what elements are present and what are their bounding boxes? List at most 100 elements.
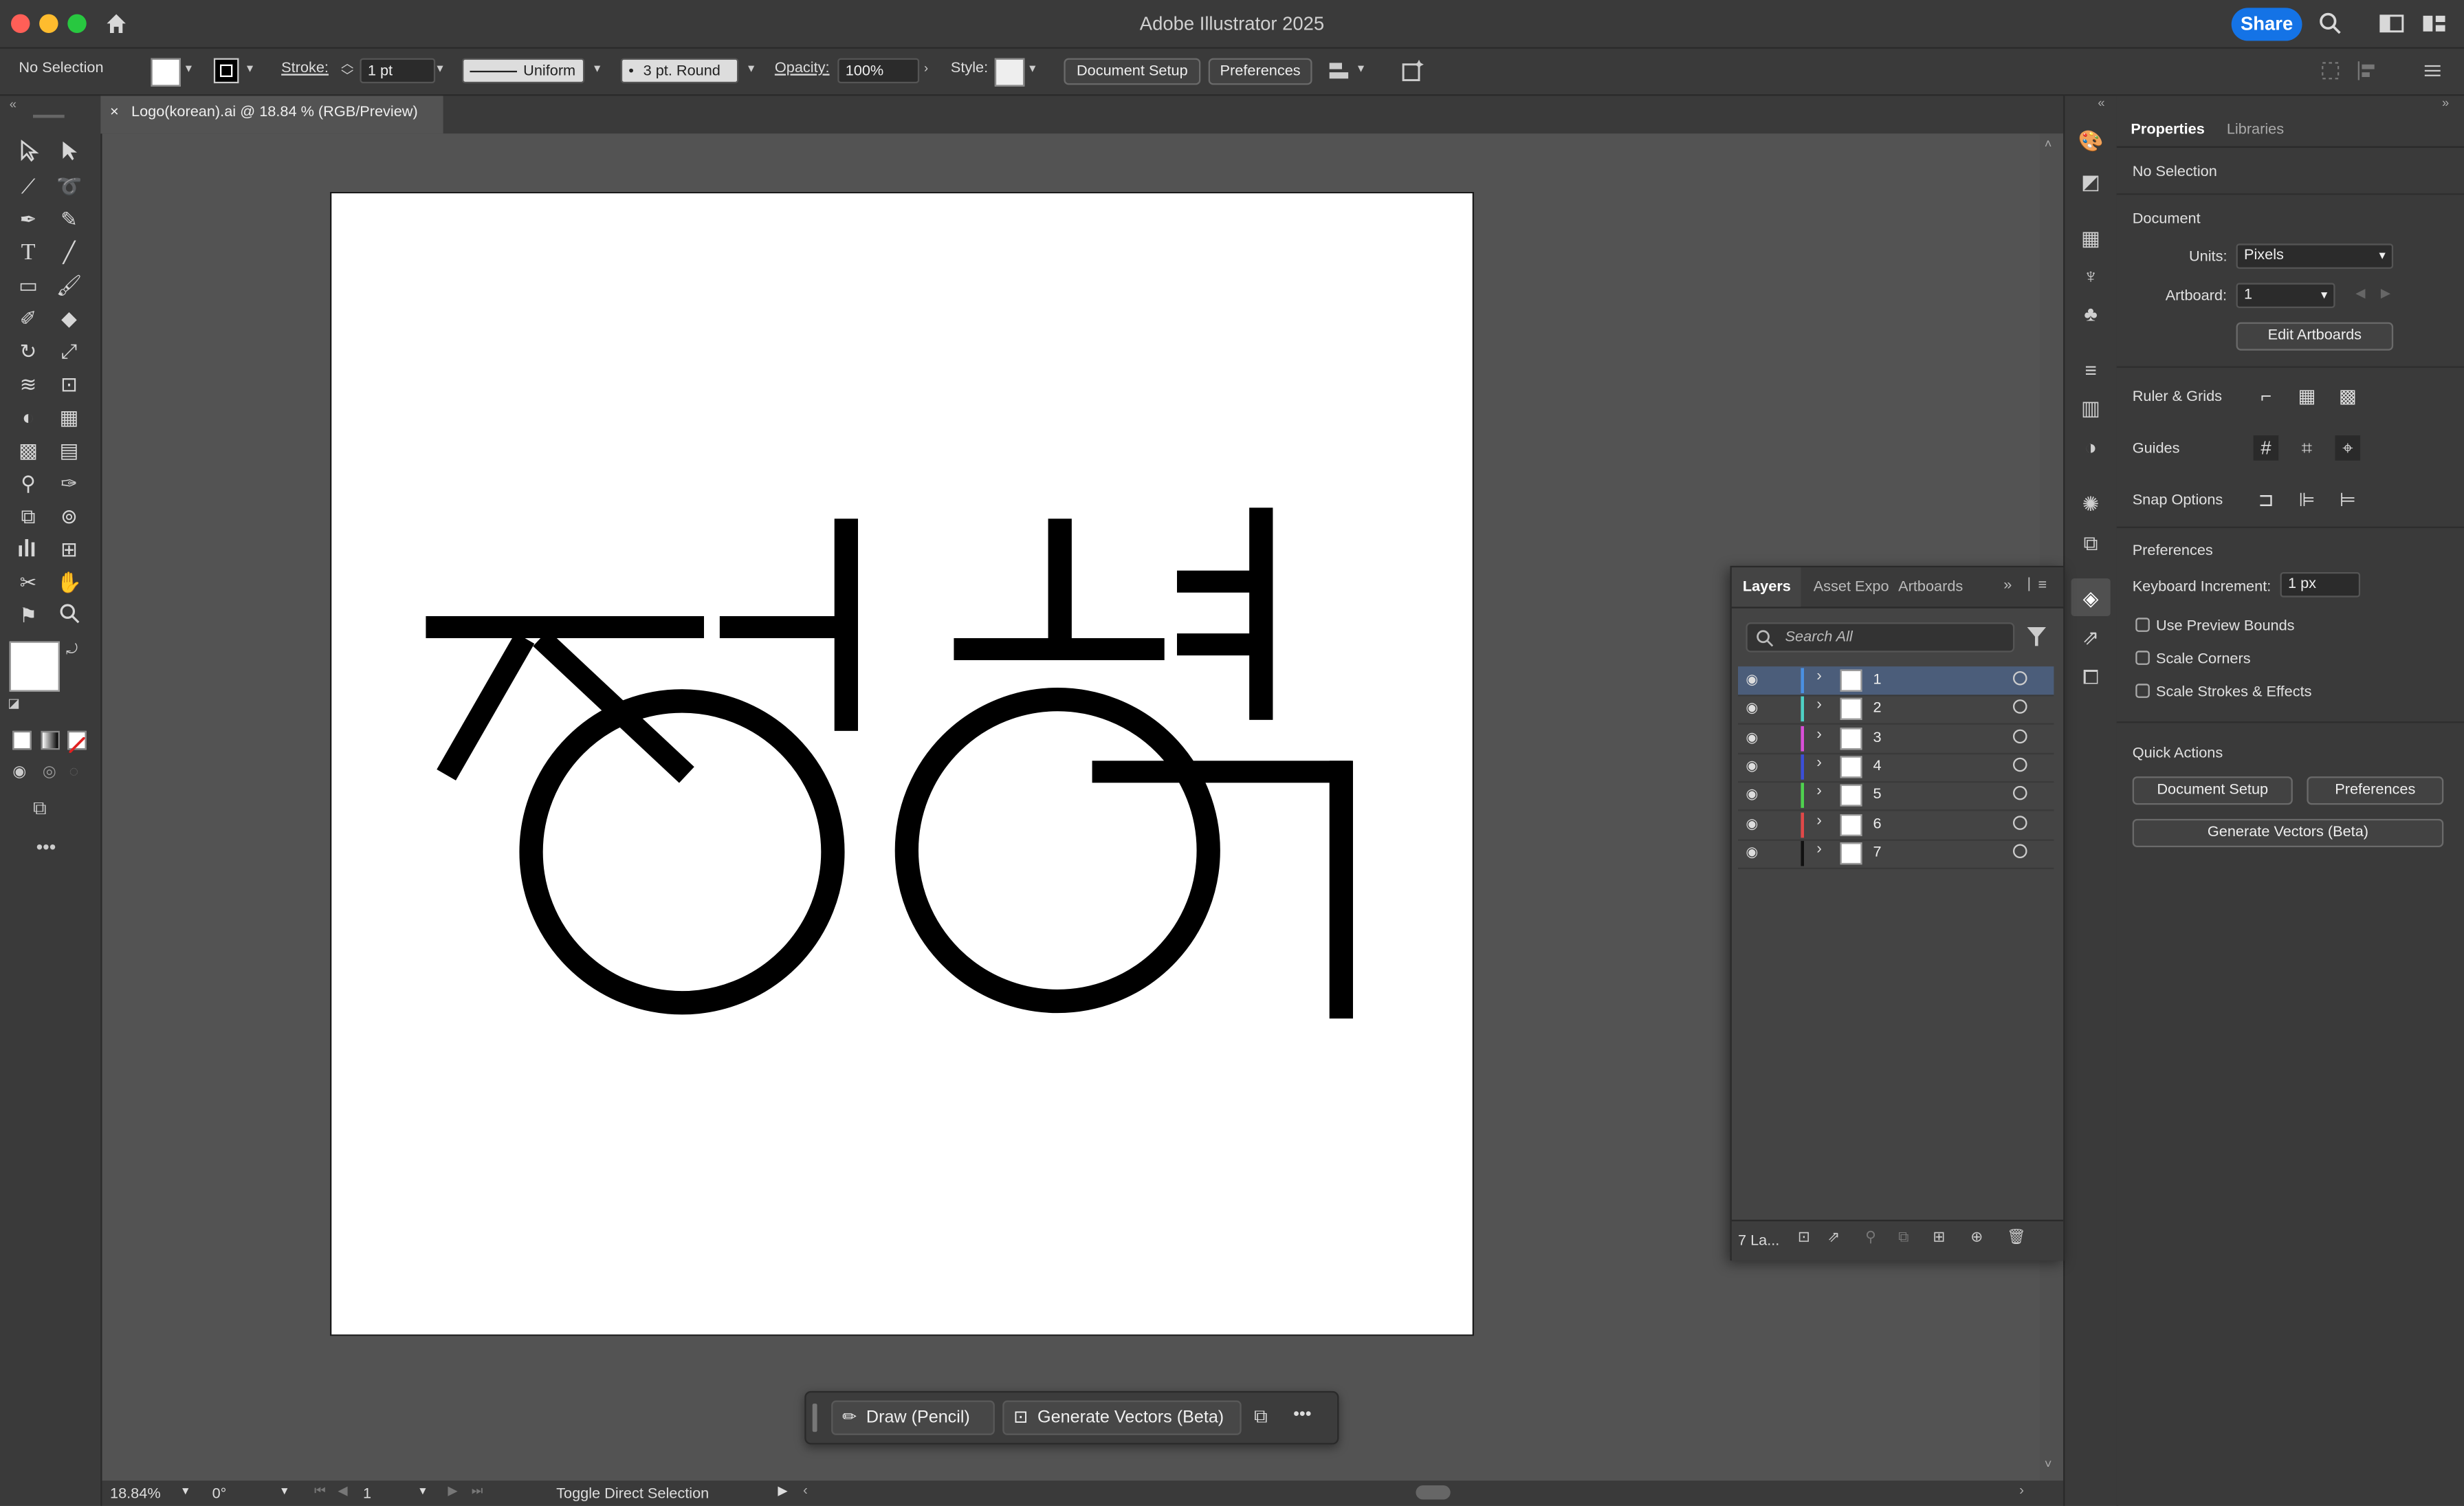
measure-tool-icon[interactable]: ✑ bbox=[54, 470, 85, 498]
paintbrush-tool-icon[interactable]: 🖌 bbox=[54, 272, 85, 300]
chevron-down-icon[interactable]: ▾ bbox=[419, 1484, 426, 1498]
search-layer-icon[interactable]: ⚲ bbox=[1865, 1229, 1876, 1246]
mesh-tool-icon[interactable]: ▩ bbox=[12, 437, 44, 465]
visibility-eye-icon[interactable]: ◉ bbox=[1746, 700, 1758, 717]
draw-behind-icon[interactable]: ◎ bbox=[43, 764, 56, 781]
grid-icon[interactable]: ▦ bbox=[2294, 384, 2320, 409]
color-guide-icon[interactable]: ◩ bbox=[2078, 168, 2104, 195]
previous-artboard-icon[interactable]: ◀ bbox=[338, 1484, 347, 1498]
color-mode-icon[interactable] bbox=[12, 730, 32, 750]
symbol-sprayer-tool-icon[interactable]: ⊚ bbox=[54, 503, 85, 531]
slice-tool-icon[interactable]: ✂ bbox=[12, 569, 44, 597]
zoom-tool-icon[interactable] bbox=[54, 602, 85, 630]
lock-guides-icon[interactable]: ⌗ bbox=[2294, 435, 2320, 461]
tab-artboards[interactable]: Artboards bbox=[1898, 578, 1963, 596]
scale-tool-icon[interactable]: ⤢ bbox=[54, 338, 85, 366]
eraser-tool-icon[interactable]: ◆ bbox=[54, 305, 85, 333]
expand-chevron-icon[interactable]: › bbox=[1816, 754, 1822, 772]
logo-circle-left[interactable] bbox=[519, 689, 845, 1015]
layer-row[interactable]: ◉ › 6 bbox=[1737, 810, 2054, 840]
stepper-icon[interactable]: ︿ ﹀ bbox=[341, 57, 353, 84]
generative-icon[interactable] bbox=[1400, 58, 1426, 84]
lasso-tool-icon[interactable]: ➰ bbox=[54, 173, 85, 201]
quick-generate-vectors-button[interactable]: Generate Vectors (Beta) bbox=[2132, 818, 2444, 847]
transparency-grid-icon[interactable]: ▩ bbox=[2335, 384, 2361, 409]
lock-toggle[interactable] bbox=[1772, 695, 1794, 723]
fill-swatch[interactable] bbox=[151, 58, 181, 87]
chevron-down-icon[interactable]: ▾ bbox=[1029, 61, 1035, 76]
tab-libraries[interactable]: Libraries bbox=[2227, 121, 2284, 138]
workspace-switcher-icon[interactable] bbox=[2379, 12, 2405, 34]
collapse-panel-icon[interactable]: » bbox=[2442, 96, 2449, 110]
more-tools-icon[interactable]: ••• bbox=[36, 836, 56, 858]
stroke-label[interactable]: Stroke: bbox=[281, 60, 329, 77]
draw-inside-icon[interactable]: ◌ bbox=[69, 764, 79, 781]
line-tool-icon[interactable]: ╱ bbox=[54, 239, 85, 267]
tab-layers[interactable]: Layers bbox=[1743, 578, 1791, 596]
artwork-group[interactable] bbox=[426, 508, 1353, 1019]
quick-preferences-button[interactable]: Preferences bbox=[2307, 776, 2444, 805]
generate-vectors-button[interactable]: ⊡ Generate Vectors (Beta) bbox=[1002, 1400, 1242, 1435]
blend-tool-icon[interactable]: ⧉ bbox=[12, 503, 44, 531]
new-sublayer-icon[interactable]: ⊞ bbox=[1933, 1229, 1945, 1246]
more-options-icon[interactable]: ••• bbox=[1293, 1405, 1311, 1423]
curvature-tool-icon[interactable]: ✎ bbox=[54, 206, 85, 234]
fill-color-swatch[interactable] bbox=[9, 641, 60, 692]
free-transform-tool-icon[interactable]: ⊡ bbox=[54, 371, 85, 399]
delete-layer-icon[interactable]: 🗑 bbox=[2007, 1229, 2026, 1246]
previous-artboard-icon[interactable]: ◀ bbox=[2355, 286, 2365, 301]
last-artboard-icon[interactable]: ⏭ bbox=[472, 1484, 483, 1500]
document-setup-button[interactable]: Document Setup bbox=[1064, 58, 1201, 85]
appearance-icon[interactable]: ✺ bbox=[2078, 490, 2104, 517]
draw-pencil-button[interactable]: ✏ Draw (Pencil) bbox=[831, 1400, 995, 1435]
stroke-swatch[interactable] bbox=[213, 58, 239, 84]
visibility-eye-icon[interactable]: ◉ bbox=[1746, 729, 1758, 746]
scroll-left-icon[interactable]: ‹ bbox=[803, 1482, 808, 1498]
status-menu-icon[interactable]: ▶ bbox=[778, 1484, 787, 1498]
target-circle-icon[interactable] bbox=[2012, 757, 2027, 772]
print-tiling-tool-icon[interactable]: ⚑ bbox=[12, 602, 44, 630]
opacity-label[interactable]: Opacity: bbox=[775, 60, 830, 77]
gradient-tool-icon[interactable]: ▤ bbox=[54, 437, 85, 465]
type-tool-icon[interactable]: T bbox=[12, 239, 44, 267]
next-artboard-icon[interactable]: ▶ bbox=[2381, 286, 2390, 301]
lock-toggle[interactable] bbox=[1772, 724, 1794, 752]
opacity-input[interactable]: 100% bbox=[837, 58, 920, 84]
layers-search-box[interactable]: Search All bbox=[1746, 622, 2015, 653]
visibility-eye-icon[interactable]: ◉ bbox=[1746, 844, 1758, 861]
edit-artboards-button[interactable]: Edit Artboards bbox=[2236, 322, 2394, 351]
logo-right-stem[interactable] bbox=[1249, 508, 1273, 720]
chevron-right-icon[interactable]: › bbox=[924, 61, 928, 76]
layers-icon[interactable]: ◈ bbox=[2078, 585, 2104, 611]
brushes-icon[interactable]: ♆ bbox=[2078, 263, 2104, 290]
collapse-icon[interactable]: « bbox=[10, 98, 16, 112]
column-graph-tool-icon[interactable] bbox=[12, 536, 44, 564]
snap-to-pixel-icon[interactable]: ⊫ bbox=[2294, 488, 2320, 513]
swap-colors-icon[interactable]: ⤾ bbox=[66, 642, 78, 659]
scale-corners-checkbox[interactable] bbox=[2135, 651, 2150, 665]
gradient-panel-icon[interactable]: ▥ bbox=[2078, 395, 2104, 422]
expand-chevron-icon[interactable]: › bbox=[1816, 783, 1822, 800]
chevron-down-icon[interactable]: ▾ bbox=[247, 61, 253, 76]
arrange-documents-icon[interactable] bbox=[2421, 12, 2447, 34]
snap-to-glyph-icon[interactable]: ⊨ bbox=[2335, 488, 2361, 513]
image-settings-icon[interactable]: ⧉ bbox=[1254, 1405, 1268, 1428]
expand-chevron-icon[interactable]: › bbox=[1816, 812, 1822, 829]
lock-toggle[interactable] bbox=[1772, 666, 1794, 695]
artboards-panel-icon[interactable]: ⧠ bbox=[2078, 664, 2104, 690]
zoom-level[interactable]: 18.84% bbox=[110, 1485, 161, 1503]
layer-row[interactable]: ◉ › 5 bbox=[1737, 781, 2054, 811]
preferences-button[interactable]: Preferences bbox=[1208, 58, 1312, 85]
warp-tool-icon[interactable]: ≋ bbox=[12, 371, 44, 399]
target-circle-icon[interactable] bbox=[2012, 815, 2027, 829]
quick-document-setup-button[interactable]: Document Setup bbox=[2132, 776, 2293, 805]
stroke-profile-select[interactable]: Uniform bbox=[461, 58, 585, 84]
logo-top-stem[interactable] bbox=[1048, 519, 1072, 645]
logo-short-bar[interactable] bbox=[719, 615, 836, 638]
target-circle-icon[interactable] bbox=[2012, 728, 2027, 743]
panel-grip[interactable] bbox=[32, 114, 65, 118]
chevron-down-icon[interactable]: ▾ bbox=[437, 61, 443, 76]
rotation-value[interactable]: 0° bbox=[212, 1485, 227, 1503]
eyedropper-tool-icon[interactable]: ⚲ bbox=[12, 470, 44, 498]
first-artboard-icon[interactable]: ⏮ bbox=[314, 1484, 325, 1500]
